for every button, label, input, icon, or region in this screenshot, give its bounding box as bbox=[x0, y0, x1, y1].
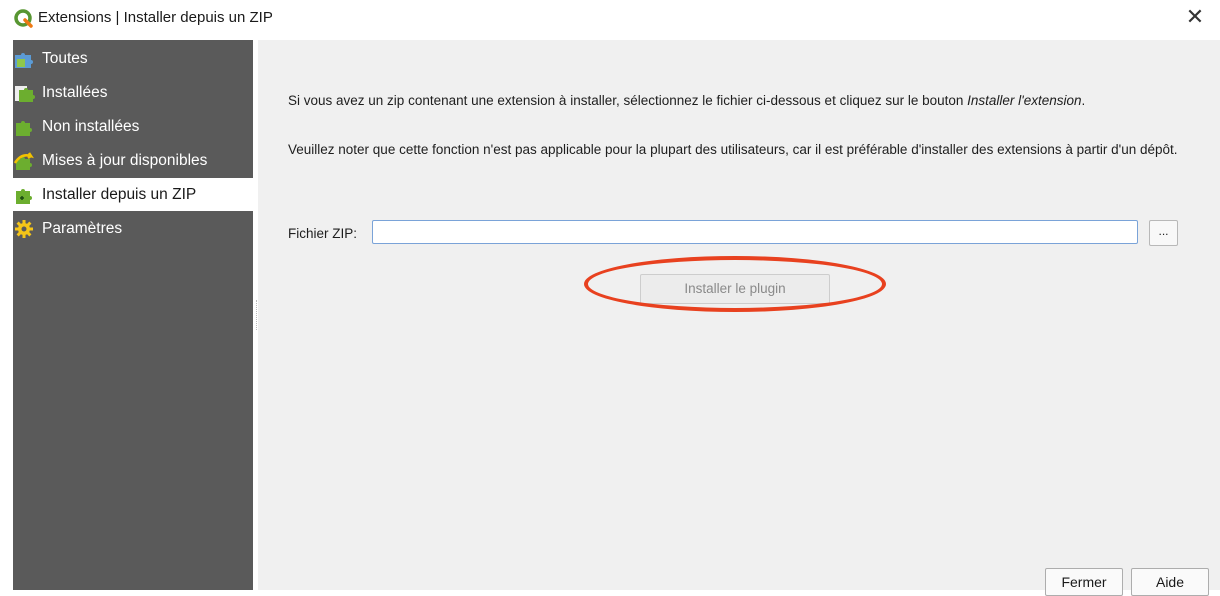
sidebar-item-label: Paramètres bbox=[42, 220, 123, 237]
help-button[interactable]: Aide bbox=[1131, 568, 1209, 596]
sidebar-item-label: Toutes bbox=[42, 50, 88, 67]
zip-file-label: Fichier ZIP: bbox=[288, 226, 358, 241]
sidebar-item-label: Mises à jour disponibles bbox=[42, 152, 208, 169]
sidebar-item-installees[interactable]: Installées bbox=[13, 76, 253, 109]
zip-file-input[interactable] bbox=[372, 220, 1138, 244]
qgis-logo-icon bbox=[14, 9, 33, 28]
close-icon[interactable]: ✕ bbox=[1184, 6, 1206, 28]
gear-icon bbox=[15, 220, 33, 238]
browse-button[interactable]: ... bbox=[1149, 220, 1178, 246]
puzzle-installed-icon bbox=[15, 86, 35, 102]
sidebar-item-installer-zip[interactable]: Installer depuis un ZIP bbox=[13, 178, 253, 211]
info-paragraph-1: Si vous avez un zip contenant une extens… bbox=[288, 93, 1086, 108]
sidebar: Toutes Installées Non installées Mises à… bbox=[13, 40, 253, 590]
window-title: Extensions | Installer depuis un ZIP bbox=[38, 9, 273, 26]
close-button[interactable]: Fermer bbox=[1045, 568, 1123, 596]
sidebar-item-label: Installer depuis un ZIP bbox=[42, 186, 197, 203]
install-plugin-button[interactable]: Installer le plugin bbox=[640, 274, 830, 304]
info-paragraph-2: Veuillez noter que cette fonction n'est … bbox=[288, 142, 1178, 157]
sidebar-item-non-installees[interactable]: Non installées bbox=[13, 110, 253, 143]
main-panel: Si vous avez un zip contenant une extens… bbox=[258, 40, 1220, 590]
puzzle-not-installed-icon bbox=[16, 121, 32, 136]
sidebar-item-mises-a-jour[interactable]: Mises à jour disponibles bbox=[13, 144, 253, 177]
sidebar-item-label: Non installées bbox=[42, 118, 140, 135]
sidebar-item-label: Installées bbox=[42, 84, 108, 101]
puzzle-update-icon bbox=[13, 152, 34, 170]
sidebar-item-parametres[interactable]: Paramètres bbox=[13, 212, 253, 245]
puzzle-all-icon bbox=[15, 53, 33, 68]
sidebar-item-toutes[interactable]: Toutes bbox=[13, 42, 253, 75]
title-bar: Extensions | Installer depuis un ZIP ✕ bbox=[0, 0, 1220, 40]
puzzle-zip-icon bbox=[16, 189, 32, 204]
